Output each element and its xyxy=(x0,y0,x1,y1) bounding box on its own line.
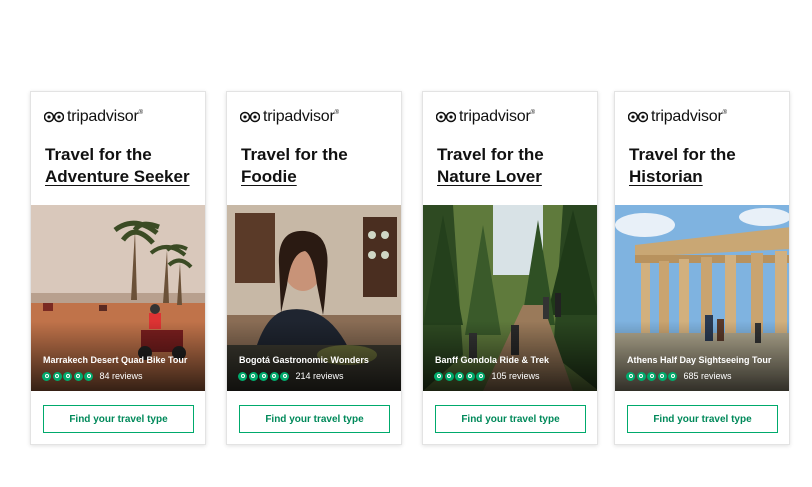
headline-line1: Travel for the xyxy=(437,145,544,164)
headline-travel-type[interactable]: Historian xyxy=(629,166,783,188)
brand-name: tripadvisor xyxy=(459,108,531,125)
tour-title[interactable]: Athens Half Day Sightseeing Tour xyxy=(627,355,771,365)
find-travel-type-button[interactable]: Find your travel type xyxy=(627,405,778,433)
headline-line1: Travel for the xyxy=(45,145,152,164)
owl-icon xyxy=(240,111,260,123)
headline: Travel for the Foodie xyxy=(241,144,395,188)
tripadvisor-logo: tripadvisor® xyxy=(240,108,339,126)
headline-line1: Travel for the xyxy=(241,145,348,164)
rating: 84 reviews xyxy=(42,371,143,381)
ad-card-nature[interactable]: tripadvisor® Travel for the Nature Lover… xyxy=(422,91,598,445)
rating-bubble-icon xyxy=(434,371,443,381)
brand-name: tripadvisor xyxy=(651,108,723,125)
brand-name: tripadvisor xyxy=(67,108,139,125)
rating-bubble-icon xyxy=(476,371,485,381)
headline-travel-type[interactable]: Foodie xyxy=(241,166,395,188)
find-travel-type-button[interactable]: Find your travel type xyxy=(435,405,586,433)
headline-travel-type[interactable]: Adventure Seeker xyxy=(45,166,199,188)
rating-bubble-icon xyxy=(84,371,93,381)
rating-bubble-icon xyxy=(647,371,656,381)
ad-card-historian[interactable]: tripadvisor® Travel for the Historian At… xyxy=(614,91,790,445)
headline: Travel for the Nature Lover xyxy=(437,144,591,188)
registered-mark: ® xyxy=(530,110,535,116)
tour-title[interactable]: Banff Gondola Ride & Trek xyxy=(435,355,549,365)
tour-title[interactable]: Bogotá Gastronomic Wonders xyxy=(239,355,369,365)
ad-card-adventure[interactable]: tripadvisor® Travel for the Adventure Se… xyxy=(30,91,206,445)
headline: Travel for the Adventure Seeker xyxy=(45,144,199,188)
registered-mark: ® xyxy=(138,110,143,116)
review-count: 84 reviews xyxy=(99,371,143,381)
tripadvisor-logo: tripadvisor® xyxy=(628,108,727,126)
tour-title[interactable]: Marrakech Desert Quad Bike Tour xyxy=(43,355,187,365)
find-travel-type-button[interactable]: Find your travel type xyxy=(239,405,390,433)
rating: 685 reviews xyxy=(626,371,732,381)
tour-photo[interactable]: Banff Gondola Ride & Trek 105 reviews xyxy=(423,205,597,391)
headline-travel-type[interactable]: Nature Lover xyxy=(437,166,591,188)
tripadvisor-logo: tripadvisor® xyxy=(436,108,535,126)
review-count: 685 reviews xyxy=(683,371,732,381)
rating-bubble-icon xyxy=(657,371,667,381)
rating: 214 reviews xyxy=(238,371,344,381)
tour-photo[interactable]: Athens Half Day Sightseeing Tour 685 rev… xyxy=(615,205,789,391)
find-travel-type-button[interactable]: Find your travel type xyxy=(43,405,194,433)
rating-bubble-icon xyxy=(248,371,258,381)
rating-bubble-icon xyxy=(668,371,677,381)
rating-bubble-icon xyxy=(455,371,464,381)
rating-bubble-icon xyxy=(269,371,279,381)
rating-bubble-icon xyxy=(444,371,454,381)
rating-bubble-icon xyxy=(238,371,247,381)
tripadvisor-logo: tripadvisor® xyxy=(44,108,143,126)
rating-bubble-icon xyxy=(280,371,289,381)
registered-mark: ® xyxy=(334,110,339,116)
tour-photo[interactable]: Marrakech Desert Quad Bike Tour 84 revie… xyxy=(31,205,205,391)
ad-card-foodie[interactable]: tripadvisor® Travel for the Foodie Bogot… xyxy=(226,91,402,445)
brand-name: tripadvisor xyxy=(263,108,335,125)
review-count: 214 reviews xyxy=(295,371,344,381)
owl-icon xyxy=(436,111,456,123)
tour-photo[interactable]: Bogotá Gastronomic Wonders 214 reviews xyxy=(227,205,401,391)
rating-bubble-icon xyxy=(52,371,62,381)
rating-bubble-icon xyxy=(259,371,268,381)
rating-bubble-icon xyxy=(63,371,72,381)
owl-icon xyxy=(44,111,64,123)
rating: 105 reviews xyxy=(434,371,540,381)
rating-bubble-icon xyxy=(626,371,635,381)
rating-bubble-icon xyxy=(465,371,475,381)
rating-bubble-icon xyxy=(636,371,646,381)
owl-icon xyxy=(628,111,648,123)
headline-line1: Travel for the xyxy=(629,145,736,164)
registered-mark: ® xyxy=(722,110,727,116)
rating-bubble-icon xyxy=(73,371,83,381)
headline: Travel for the Historian xyxy=(629,144,783,188)
review-count: 105 reviews xyxy=(491,371,540,381)
rating-bubble-icon xyxy=(42,371,51,381)
